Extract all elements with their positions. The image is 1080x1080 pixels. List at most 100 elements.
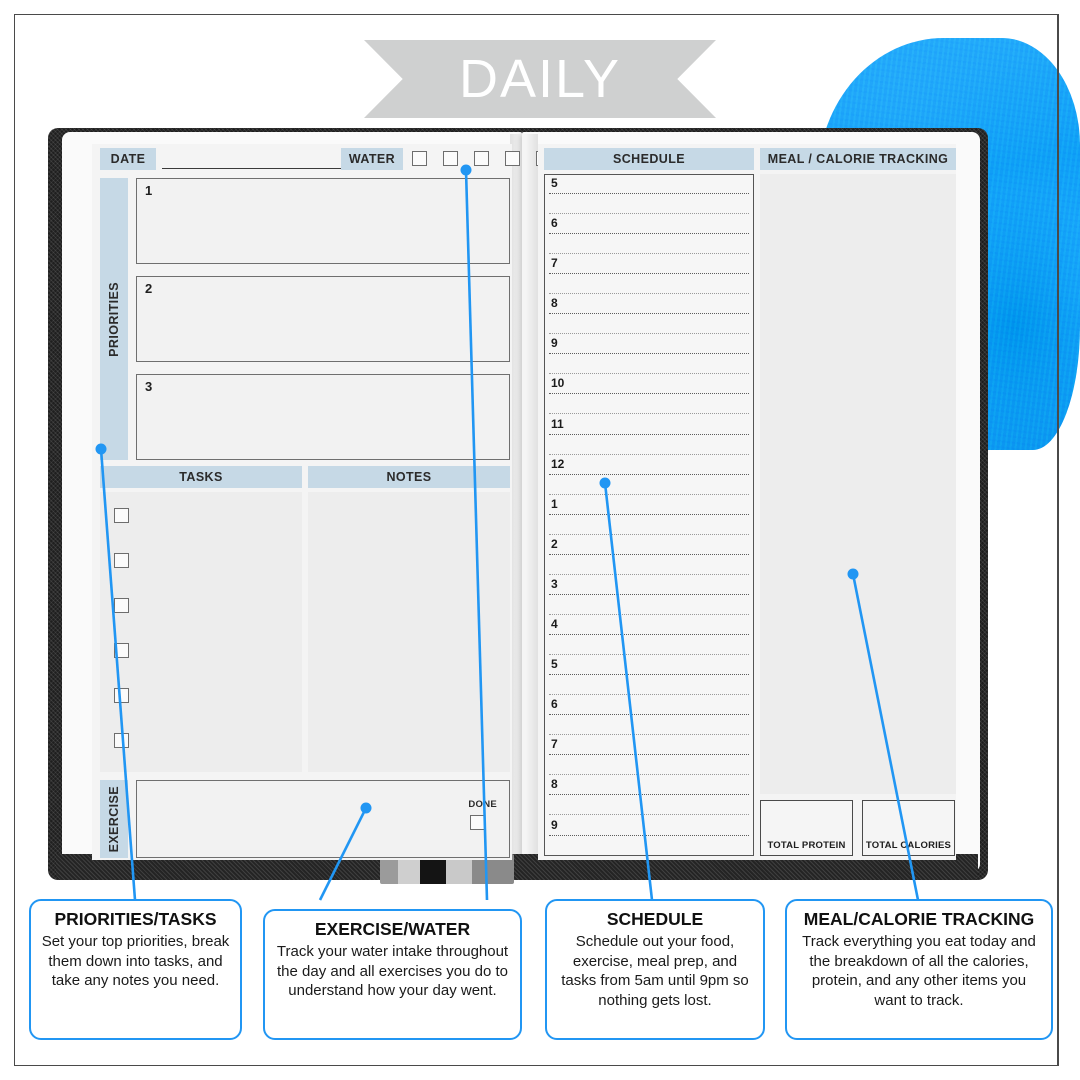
schedule-hour-line — [549, 513, 749, 515]
schedule-halfhour-line — [549, 533, 749, 535]
schedule-hour-label: 6 — [551, 216, 558, 231]
schedule-row[interactable]: 4 — [545, 616, 753, 656]
schedule-row[interactable]: 1 — [545, 496, 753, 536]
schedule-halfhour-line — [549, 213, 749, 214]
schedule-hour-label: 7 — [551, 256, 558, 271]
tasks-area[interactable] — [100, 492, 302, 772]
schedule-halfhour-line — [549, 774, 749, 776]
schedule-row[interactable]: 2 — [545, 536, 753, 576]
schedule-row[interactable]: 7 — [545, 255, 753, 295]
schedule-row[interactable]: 11 — [545, 416, 753, 456]
meal-calorie-header: MEAL / CALORIE TRACKING — [760, 148, 956, 170]
schedule-hour-label: 12 — [551, 456, 565, 471]
schedule-row[interactable]: 7 — [545, 736, 753, 776]
priority-number-1: 1 — [145, 183, 153, 198]
task-checkbox-5[interactable] — [114, 688, 129, 703]
schedule-hour-line — [549, 273, 749, 275]
schedule-row[interactable]: 9 — [545, 817, 753, 855]
priority-box-3[interactable]: 3 — [136, 374, 510, 460]
schedule-hour-line — [549, 353, 749, 355]
exercise-box[interactable]: DONE — [136, 780, 510, 858]
priority-box-1[interactable]: 1 — [136, 178, 510, 264]
tasks-header: TASKS — [100, 466, 302, 488]
schedule-hour-label: 9 — [551, 336, 558, 351]
exercise-label: EXERCISE — [107, 785, 121, 853]
task-checkbox-1[interactable] — [114, 508, 129, 523]
schedule-halfhour-line — [549, 734, 749, 736]
task-checkbox-2[interactable] — [114, 553, 129, 568]
priority-box-2[interactable]: 2 — [136, 276, 510, 362]
planner-notebook: DATE WATER PRIORITIES 1 2 3 TASKS NOTES … — [48, 128, 988, 893]
total-protein-label: TOTAL PROTEIN — [767, 840, 846, 851]
task-checkbox-3[interactable] — [114, 598, 129, 613]
schedule-hour-label: 7 — [551, 737, 558, 752]
callout-title-2: SCHEDULE — [606, 909, 704, 929]
schedule-hour-label: 5 — [551, 176, 558, 190]
banner-title: DAILY — [458, 49, 622, 109]
notes-area[interactable] — [308, 492, 510, 772]
schedule-row[interactable]: 3 — [545, 576, 753, 616]
priority-number-2: 2 — [145, 281, 153, 296]
schedule-hour-line — [549, 674, 749, 676]
schedule-halfhour-line — [549, 694, 749, 696]
schedule-hour-line — [549, 313, 749, 315]
schedule-hour-label: 10 — [551, 376, 565, 391]
schedule-hour-label: 2 — [551, 536, 558, 551]
schedule-halfhour-line — [549, 373, 749, 375]
schedule-row[interactable]: 6 — [545, 215, 753, 255]
priorities-label: PRIORITIES — [107, 281, 121, 357]
callout-body-3: Track everything you eat today and the b… — [802, 933, 1036, 1009]
schedule-hour-line — [549, 834, 749, 836]
schedule-row[interactable]: 8 — [545, 776, 753, 816]
callout-exercise-water: EXERCISE/WATER Track your water intake t… — [263, 909, 522, 1040]
schedule-hour-line — [549, 433, 749, 435]
date-label: DATE — [100, 148, 156, 170]
water-label: WATER — [341, 148, 403, 170]
schedule-halfhour-line — [549, 654, 749, 656]
total-calories-box[interactable]: TOTAL CALORIES — [862, 800, 955, 856]
date-write-line[interactable] — [162, 168, 342, 169]
task-checkbox-4[interactable] — [114, 643, 129, 658]
schedule-hour-line — [549, 714, 749, 716]
schedule-row[interactable]: 8 — [545, 295, 753, 335]
meal-tracking-area[interactable] — [760, 174, 956, 794]
schedule-row[interactable]: 10 — [545, 375, 753, 415]
schedule-halfhour-line — [549, 253, 749, 255]
schedule-halfhour-line — [549, 413, 749, 415]
priorities-label-tab: PRIORITIES — [100, 178, 128, 460]
schedule-hour-line — [549, 754, 749, 756]
schedule-hour-label: 5 — [551, 657, 558, 672]
callout-body-1: Track your water intake throughout the d… — [276, 943, 509, 1000]
schedule-hour-line — [549, 593, 749, 595]
schedule-grid[interactable]: 5 6 7 8 9 10 11 12 1 2 3 4 5 6 7 8 9 — [544, 174, 754, 856]
water-checkbox-4[interactable] — [505, 151, 520, 166]
schedule-hour-label: 1 — [551, 496, 558, 511]
schedule-row[interactable]: 5 — [545, 175, 753, 215]
schedule-halfhour-line — [549, 814, 749, 816]
callout-body-0: Set your top priorities, break them down… — [41, 933, 230, 990]
schedule-row[interactable]: 6 — [545, 696, 753, 736]
schedule-row[interactable]: 9 — [545, 335, 753, 375]
notes-header: NOTES — [308, 466, 510, 488]
callout-title-0: PRIORITIES/TASKS — [54, 909, 217, 929]
done-checkbox[interactable] — [470, 815, 485, 830]
schedule-hour-label: 4 — [551, 617, 558, 632]
done-label: DONE — [468, 799, 497, 810]
schedule-halfhour-line — [549, 493, 749, 495]
schedule-halfhour-line — [549, 453, 749, 455]
exercise-label-tab: EXERCISE — [100, 780, 128, 858]
schedule-halfhour-line — [549, 613, 749, 615]
water-checkbox-group — [412, 151, 551, 166]
total-protein-box[interactable]: TOTAL PROTEIN — [760, 800, 853, 856]
water-checkbox-3[interactable] — [474, 151, 489, 166]
schedule-row[interactable]: 5 — [545, 656, 753, 696]
water-checkbox-1[interactable] — [412, 151, 427, 166]
water-checkbox-2[interactable] — [443, 151, 458, 166]
schedule-hour-label: 8 — [551, 296, 558, 311]
schedule-hour-line — [549, 473, 749, 475]
task-checkbox-6[interactable] — [114, 733, 129, 748]
schedule-hour-label: 3 — [551, 576, 558, 591]
schedule-row[interactable]: 12 — [545, 456, 753, 496]
schedule-halfhour-line — [549, 293, 749, 295]
callout-body-2: Schedule out your food, exercise, meal p… — [561, 933, 749, 1009]
